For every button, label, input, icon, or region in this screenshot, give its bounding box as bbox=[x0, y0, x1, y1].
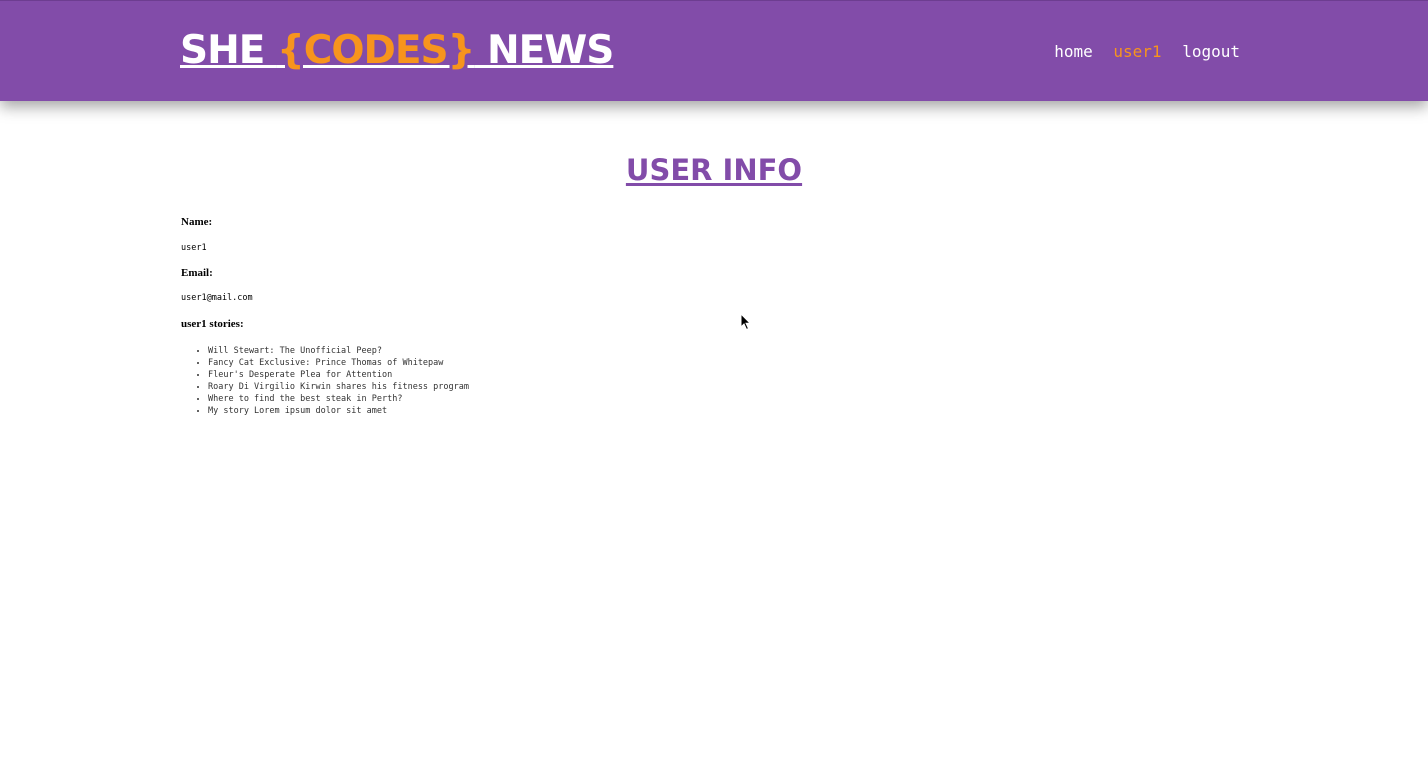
logo-text-she: SHE bbox=[180, 28, 277, 73]
name-value: user1 bbox=[181, 243, 207, 253]
nav-link-logout[interactable]: logout bbox=[1182, 42, 1240, 61]
nav-link-home[interactable]: home bbox=[1054, 42, 1093, 61]
story-list-item: Fleur's Desperate Plea for Attention bbox=[208, 369, 469, 381]
site-header: SHE {CODES} NEWS home user1 logout bbox=[0, 0, 1428, 101]
story-link[interactable]: Where to find the best steak in Perth? bbox=[208, 394, 402, 404]
story-link[interactable]: Will Stewart: The Unofficial Peep? bbox=[208, 346, 382, 356]
email-label: Email: bbox=[181, 267, 213, 279]
logo-text-codes: {CODES} bbox=[276, 28, 475, 73]
stories-label: user1 stories: bbox=[181, 318, 244, 330]
story-list-item: Fancy Cat Exclusive: Prince Thomas of Wh… bbox=[208, 357, 469, 369]
story-list-item: Will Stewart: The Unofficial Peep? bbox=[208, 345, 469, 357]
main-nav: home user1 logout bbox=[1043, 41, 1240, 63]
story-link[interactable]: Fleur's Desperate Plea for Attention bbox=[208, 370, 392, 380]
story-link[interactable]: My story Lorem ipsum dolor sit amet bbox=[208, 406, 387, 416]
story-link[interactable]: Fancy Cat Exclusive: Prince Thomas of Wh… bbox=[208, 358, 443, 368]
story-list-item: My story Lorem ipsum dolor sit amet bbox=[208, 405, 469, 417]
story-link[interactable]: Roary Di Virgilio Kirwin shares his fitn… bbox=[208, 382, 469, 392]
mouse-pointer-icon bbox=[740, 313, 752, 331]
story-list-item: Where to find the best steak in Perth? bbox=[208, 393, 469, 405]
page-title: USER INFO bbox=[625, 153, 803, 187]
nav-link-user[interactable]: user1 bbox=[1113, 42, 1161, 61]
email-value: user1@mail.com bbox=[181, 293, 253, 303]
name-label: Name: bbox=[181, 216, 213, 228]
story-list-item: Roary Di Virgilio Kirwin shares his fitn… bbox=[208, 381, 469, 393]
site-logo-link[interactable]: SHE {CODES} NEWS bbox=[180, 27, 614, 75]
stories-list: Will Stewart: The Unofficial Peep? Fancy… bbox=[181, 345, 469, 417]
logo-text-news: NEWS bbox=[474, 28, 614, 73]
